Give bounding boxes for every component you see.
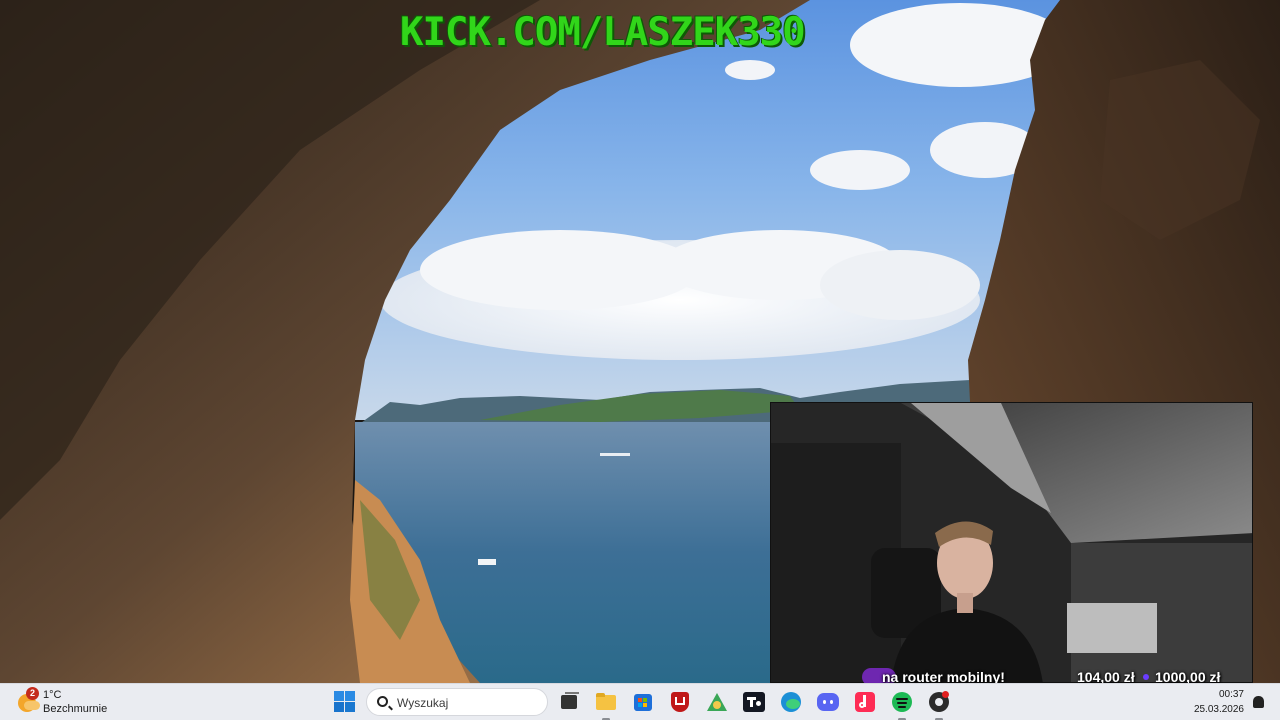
weather-temperature: 1°C	[43, 689, 62, 701]
recycle-app-button[interactable]	[704, 689, 730, 715]
clock-date: 25.03.2026	[1193, 704, 1244, 715]
tradingview-button[interactable]	[741, 689, 767, 715]
weather-widget[interactable]: 2 1°C Bezchmurnie	[14, 686, 124, 719]
donation-separator-icon	[1143, 674, 1149, 680]
discord-icon	[817, 693, 839, 711]
task-view-button[interactable]	[556, 689, 582, 715]
folder-icon	[596, 695, 616, 710]
webcam-feed-image	[771, 403, 1252, 682]
weather-cloud-icon	[24, 701, 40, 710]
system-tray-clock[interactable]: 00:37 25.03.2026	[1180, 686, 1270, 719]
discord-button[interactable]	[815, 689, 841, 715]
weather-condition: Bezchmurnie	[43, 703, 108, 715]
edge-button[interactable]	[778, 689, 804, 715]
start-button[interactable]	[334, 691, 356, 713]
tradingview-icon	[743, 692, 765, 712]
webcam-overlay	[770, 402, 1253, 683]
task-view-icon	[561, 695, 577, 709]
tiktok-button[interactable]	[852, 689, 878, 715]
search-placeholder: Wyszukaj	[397, 696, 449, 710]
search-icon	[377, 696, 388, 707]
clock-time: 00:37	[1218, 689, 1244, 700]
spotify-button[interactable]	[889, 689, 915, 720]
taskbar-search-box[interactable]: Wyszukaj	[366, 688, 548, 716]
microsoft-store-button[interactable]	[630, 689, 656, 715]
weather-notification-badge: 2	[26, 687, 39, 700]
obs-button[interactable]	[926, 689, 952, 720]
windows-taskbar: 2 1°C Bezchmurnie Wyszukaj 00:37 25.03.2…	[0, 683, 1280, 720]
mcafee-button[interactable]	[667, 689, 693, 715]
stream-url-overlay: KICK.COM/LASZEK330	[400, 10, 806, 55]
windows-logo-icon	[334, 691, 344, 701]
file-explorer-button[interactable]	[593, 689, 619, 720]
notification-bell-icon[interactable]	[1253, 696, 1264, 708]
